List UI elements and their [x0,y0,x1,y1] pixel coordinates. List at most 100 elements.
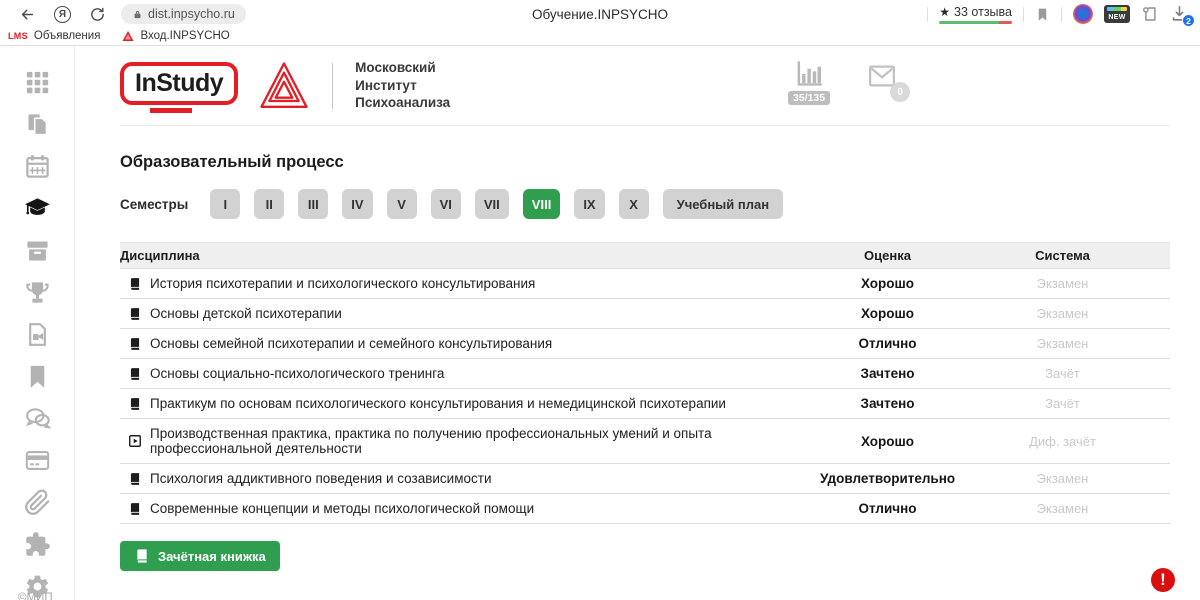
tab-semester-II[interactable]: II [254,189,284,219]
bookmark-label: Вход.INPSYCHO [140,30,229,42]
discipline-name: Современные концепции и методы психологи… [150,501,534,516]
star-icon: ★ [939,5,950,19]
book-icon [128,277,142,291]
discipline-name: История психотерапии и психологического … [150,276,535,291]
divider [1023,7,1024,22]
extensions-icon[interactable] [1141,5,1159,23]
graduation-cap-icon [24,195,51,222]
sidebar-nav: ©МИП [0,46,75,600]
bookmark-icon [24,363,51,390]
site-reviews[interactable]: ★ 33 отзыва [939,5,1012,24]
downloads-count-badge: 2 [1182,14,1195,27]
lock-icon [132,9,143,20]
main-content: InStudy Московский Институт Психоанализа [75,46,1200,600]
sidebar-item-archive-box[interactable] [24,237,51,264]
tab-semester-VII[interactable]: VII [475,189,509,219]
address-bar[interactable]: dist.inpsycho.ru [121,4,246,24]
browser-toolbar: Я dist.inpsycho.ru Обучение.INPSYCHO ★ 3… [0,0,1200,28]
tab-semester-III[interactable]: III [298,189,328,219]
bookmark-flag-icon[interactable] [1035,7,1050,22]
tab-curriculum[interactable]: Учебный план [663,189,783,219]
grade-value: Зачтено [820,366,955,381]
sidebar-item-puzzle[interactable] [24,531,51,558]
system-value: Диф. зачёт [955,434,1170,449]
grade-value: Хорошо [820,306,955,321]
video-file-icon [24,321,51,348]
table-row[interactable]: Современные концепции и методы психологи… [120,494,1170,524]
back-icon[interactable] [19,6,36,23]
grade-value: Хорошо [820,276,955,291]
sidebar-item-video-file[interactable] [24,321,51,348]
credit-card-icon [24,447,51,474]
browser-profile-icon[interactable] [1073,4,1093,24]
instudy-logo-text: InStudy [120,62,238,105]
tab-semester-VI[interactable]: VI [431,189,461,219]
col-header-grade: Оценка [820,243,955,268]
mail-button[interactable]: 0 [864,61,900,96]
discipline-name: Психология аддиктивного поведения и соза… [150,471,491,486]
bookmark-login-inpsycho[interactable]: Вход.INPSYCHO [122,30,229,42]
play-video-icon [128,434,142,448]
tab-semester-V[interactable]: V [387,189,417,219]
table-row[interactable]: История психотерапии и психологического … [120,269,1170,299]
new-badge-text: NEW [1108,14,1125,21]
table-row[interactable]: Основы социально-психологического тренин… [120,359,1170,389]
system-value: Экзамен [955,336,1170,351]
tab-semester-IV[interactable]: IV [342,189,372,219]
header-divider [332,63,333,109]
alert-notification-icon[interactable]: ! [1151,568,1175,592]
book-icon [128,472,142,486]
discipline-name: Производственная практика, практика по п… [150,426,810,456]
sidebar-item-trophy[interactable] [24,279,51,306]
progress-stats-button[interactable]: 35/135 [788,58,830,105]
sidebar-item-apps-grid[interactable] [24,69,51,96]
tab-semester-X[interactable]: X [619,189,649,219]
instudy-logo[interactable]: InStudy [120,62,238,105]
apps-grid-icon [24,69,51,96]
institute-name: Московский Институт Психоанализа [355,59,450,112]
discipline-name: Основы социально-психологического тренин… [150,366,444,381]
sidebar-item-credit-card[interactable] [24,447,51,474]
book-icon [134,548,150,564]
reviews-count: 33 отзыва [954,5,1012,19]
system-value: Экзамен [955,306,1170,321]
col-header-system: Система [955,243,1170,268]
table-row[interactable]: Производственная практика, практика по п… [120,419,1170,464]
tab-semester-IX[interactable]: IX [574,189,604,219]
sidebar-item-bookmark[interactable] [24,363,51,390]
grade-value: Зачтено [820,396,955,411]
table-row[interactable]: Практикум по основам психологического ко… [120,389,1170,419]
yandex-icon[interactable]: Я [54,6,71,23]
trophy-icon [24,279,51,306]
puzzle-icon [24,531,51,558]
lms-favicon: LMS [8,31,28,41]
bookmark-label: Объявления [34,30,101,42]
archive-box-icon [24,237,51,264]
sidebar-item-calendar[interactable] [24,153,51,180]
triangle-favicon [122,30,134,42]
documents-icon [24,111,51,138]
chat-icon [24,405,51,432]
book-icon [128,307,142,321]
bookmark-announcements[interactable]: LMS Объявления [8,30,100,42]
sidebar-item-documents[interactable] [24,111,51,138]
tab-semester-VIII[interactable]: VIII [523,189,561,219]
url-text: dist.inpsycho.ru [148,7,235,21]
gradebook-button-label: Зачётная книжка [158,549,266,564]
sidebar-item-chat[interactable] [24,405,51,432]
grade-value: Хорошо [820,434,955,449]
gradebook-button[interactable]: Зачётная книжка [120,541,280,571]
table-row[interactable]: Психология аддиктивного поведения и соза… [120,464,1170,494]
grades-table: ДисциплинаОценкаСистемаИстория психотера… [120,242,1170,524]
table-row[interactable]: Основы детской психотерапииХорошоЭкзамен [120,299,1170,329]
calendar-icon [24,153,51,180]
sidebar-item-graduation-cap[interactable] [24,195,51,222]
downloads-button[interactable]: 2 [1170,4,1190,24]
tab-semester-I[interactable]: I [210,189,240,219]
system-value: Экзамен [955,276,1170,291]
book-icon [128,337,142,351]
table-row[interactable]: Основы семейной психотерапии и семейного… [120,329,1170,359]
new-feature-icon[interactable]: NEW [1104,5,1130,23]
refresh-icon[interactable] [89,6,106,23]
sidebar-item-paperclip[interactable] [24,489,51,516]
